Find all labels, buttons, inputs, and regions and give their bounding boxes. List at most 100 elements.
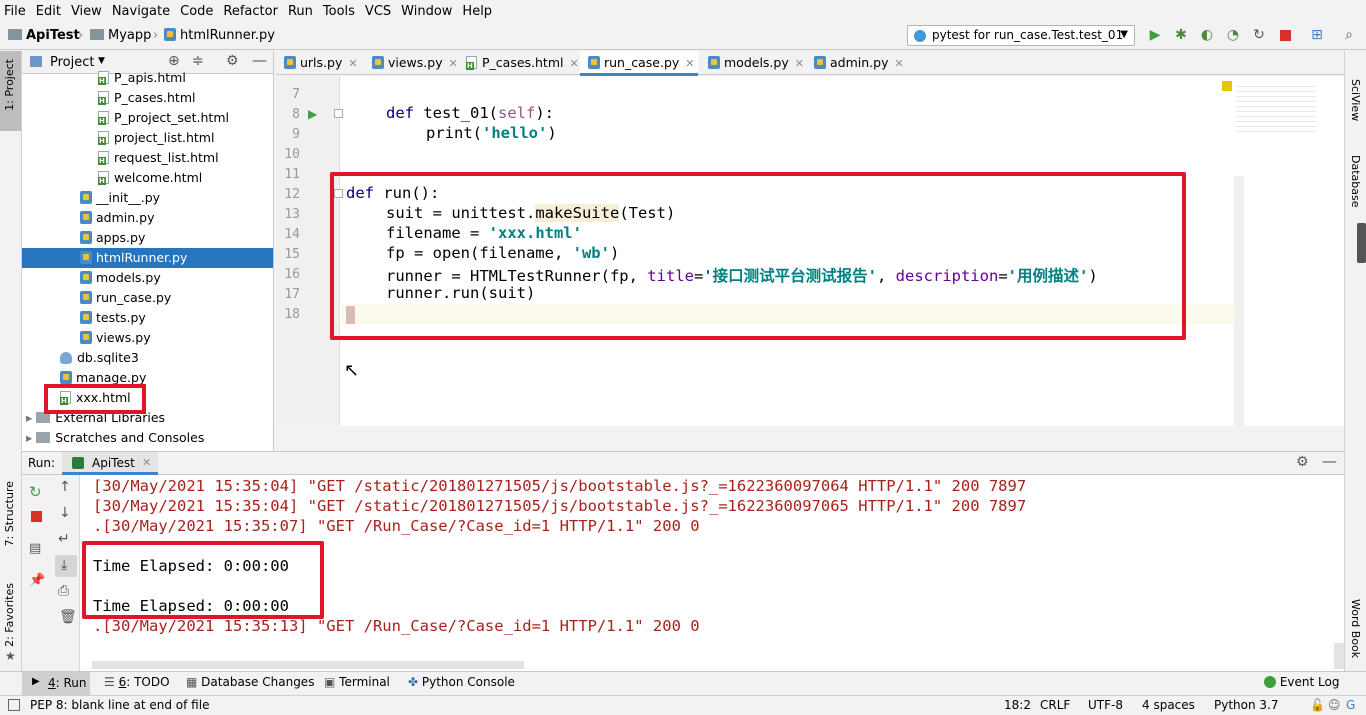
tab-run-case-py[interactable]: run_case.py ✕ — [580, 51, 698, 76]
fold-icon[interactable] — [334, 109, 343, 118]
tree-item[interactable]: request_list.html — [22, 148, 273, 168]
translate-icon[interactable]: ⊞ — [1308, 26, 1326, 44]
coverage-icon[interactable]: ◐ — [1198, 26, 1216, 44]
tree-item[interactable]: P_cases.html — [22, 88, 273, 108]
arrow-up-icon[interactable]: ↑ — [59, 479, 71, 495]
tree-item[interactable]: apps.py — [22, 228, 273, 248]
collapse-all-icon[interactable]: ≑ — [192, 53, 204, 69]
tree-item[interactable]: db.sqlite3 — [22, 348, 273, 368]
tree-item[interactable]: run_case.py — [22, 288, 273, 308]
close-icon[interactable]: ✕ — [795, 57, 804, 70]
run-play-icon[interactable]: ▶ — [1146, 26, 1164, 44]
menu-edit[interactable]: Edit — [36, 4, 61, 19]
chevron-right-icon[interactable]: ▸ — [26, 410, 36, 425]
soft-wrap-icon[interactable]: ↵ — [58, 531, 70, 547]
arrow-down-icon[interactable]: ↓ — [59, 505, 71, 521]
tool-tab-terminal[interactable]: ▣ Terminal — [324, 675, 390, 689]
close-icon[interactable]: ✕ — [348, 57, 357, 70]
status-caret-position[interactable]: 18:2 — [1004, 698, 1031, 712]
menu-file[interactable]: File — [4, 4, 26, 19]
stop-icon[interactable] — [1276, 26, 1294, 44]
locate-icon[interactable]: ⊕ — [168, 53, 180, 69]
side-tab-sciview[interactable]: SciView — [1349, 79, 1362, 121]
profile-icon[interactable]: ◔ — [1224, 26, 1242, 44]
side-tab-favorites[interactable]: 2: Favorites — [3, 583, 16, 647]
gear-icon[interactable]: ⚙ — [226, 53, 239, 69]
tool-tab-python-console[interactable]: ✤ Python Console — [408, 675, 515, 689]
print-icon[interactable]: ⎙ — [58, 583, 69, 599]
tree-item[interactable]: htmlRunner.py — [22, 248, 273, 268]
tree-item[interactable]: admin.py — [22, 208, 273, 228]
menu-code[interactable]: Code — [180, 4, 213, 19]
tree-item[interactable]: tests.py — [22, 308, 273, 328]
chevron-right-icon[interactable]: ▸ — [26, 430, 36, 445]
side-tab-structure[interactable]: 7: Structure — [3, 481, 16, 546]
status-line-separator[interactable]: CRLF — [1040, 698, 1070, 712]
tree-item[interactable]: ▸ Scratches and Consoles — [22, 428, 273, 448]
side-tab-project[interactable]: 1: Project — [3, 59, 16, 111]
tree-item[interactable]: models.py — [22, 268, 273, 288]
tree-item[interactable]: __init__.py — [22, 188, 273, 208]
status-message[interactable]: PEP 8: blank line at end of file — [30, 698, 209, 712]
tool-tab-todo[interactable]: ☰ 6: TODO — [104, 675, 170, 689]
run-console-output[interactable]: [30/May/2021 15:35:04] "GET /static/2018… — [80, 475, 1344, 671]
toggle-tool-windows-icon[interactable] — [8, 699, 20, 711]
menu-run[interactable]: Run — [288, 4, 313, 19]
tab-views-py[interactable]: views.py ✕ — [364, 51, 458, 75]
stop-icon[interactable] — [31, 511, 42, 522]
run-test-gutter-icon[interactable]: ▶ — [308, 107, 317, 121]
scroll-to-end-toggle[interactable]: ⤓ — [55, 555, 77, 577]
menu-window[interactable]: Window — [401, 4, 452, 19]
status-indent[interactable]: 4 spaces — [1142, 698, 1195, 712]
tree-item[interactable]: views.py — [22, 328, 273, 348]
editor-scrollbar[interactable] — [1234, 176, 1244, 426]
status-encoding[interactable]: UTF-8 — [1088, 698, 1123, 712]
tree-item[interactable]: P_apis.html — [22, 68, 273, 88]
tab-models-py[interactable]: models.py ✕ — [700, 51, 804, 75]
close-icon[interactable]: ✕ — [142, 456, 151, 469]
minimize-icon[interactable]: — — [252, 51, 267, 69]
trash-icon[interactable]: 🗑 — [59, 609, 77, 625]
run-tab-apitest[interactable]: ApiTest ✕ — [62, 452, 158, 475]
close-icon[interactable]: ✕ — [685, 57, 694, 70]
warning-indicator-icon[interactable] — [1222, 81, 1232, 91]
menu-tools[interactable]: Tools — [323, 4, 355, 19]
breadcrumb-project[interactable]: ApiTest — [8, 28, 80, 43]
vertical-scrollbar[interactable] — [1334, 643, 1344, 669]
search-everywhere-icon[interactable]: ⌕ — [1340, 26, 1358, 44]
close-icon[interactable]: ✕ — [449, 57, 458, 70]
scroll-thumb[interactable] — [1357, 223, 1366, 263]
side-tab-word-book[interactable]: Word Book — [1349, 599, 1362, 658]
close-icon[interactable]: ✕ — [569, 57, 578, 70]
menu-help[interactable]: Help — [462, 4, 492, 19]
pin-icon[interactable]: 📌 — [29, 573, 45, 588]
tree-item[interactable]: P_project_set.html — [22, 108, 273, 128]
status-interpreter[interactable]: Python 3.7 — [1214, 698, 1279, 712]
rerun-icon[interactable]: ↻ — [29, 483, 42, 501]
minimize-icon[interactable]: — — [1322, 452, 1337, 470]
lock-icon[interactable]: 🔓 — [1310, 698, 1325, 712]
tool-tab-database-changes[interactable]: ▦ Database Changes — [186, 675, 314, 689]
code-editor[interactable]: 7 8 9 10 11 12 13 14 15 16 17 18 ▶ def t… — [276, 76, 1344, 426]
menu-view[interactable]: View — [71, 4, 102, 19]
tab-urls-py[interactable]: urls.py ✕ — [276, 51, 358, 75]
gear-icon[interactable]: ⚙ — [1296, 454, 1309, 470]
tree-item[interactable]: project_list.html — [22, 128, 273, 148]
menu-vcs[interactable]: VCS — [365, 4, 391, 19]
menu-refactor[interactable]: Refactor — [223, 4, 278, 19]
tree-item[interactable]: welcome.html — [22, 168, 273, 188]
close-icon[interactable]: ✕ — [894, 57, 903, 70]
horizontal-scrollbar[interactable] — [92, 661, 524, 669]
debug-bug-icon[interactable]: ✱ — [1172, 26, 1190, 44]
chevron-down-icon[interactable]: ▼ — [98, 56, 105, 66]
tool-tab-run[interactable]: ▶ 4: Run — [22, 672, 90, 695]
rerun-icon[interactable]: ↻ — [1250, 26, 1268, 44]
breadcrumb-folder[interactable]: Myapp — [90, 28, 151, 43]
run-configuration-select[interactable]: pytest for run_case.Test.test_01 ▼ — [907, 25, 1135, 46]
layout-icon[interactable]: ▤ — [29, 541, 41, 556]
breadcrumb-file[interactable]: htmlRunner.py — [164, 28, 275, 43]
google-icon[interactable]: G — [1346, 698, 1355, 712]
inspector-icon[interactable]: ☺ — [1328, 698, 1341, 712]
tab-admin-py[interactable]: admin.py ✕ — [806, 51, 904, 75]
menu-navigate[interactable]: Navigate — [112, 4, 170, 19]
